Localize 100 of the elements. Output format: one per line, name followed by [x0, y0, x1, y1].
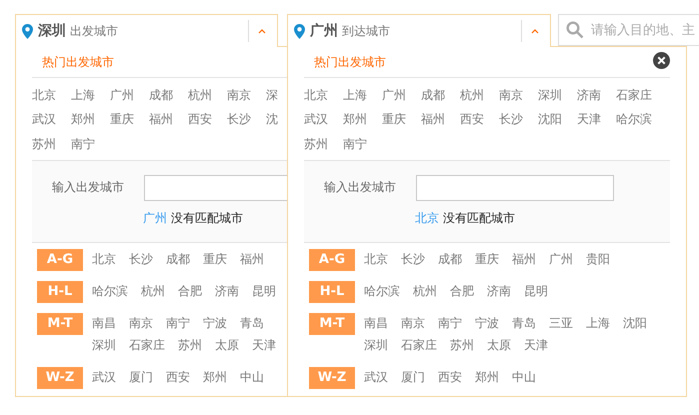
city-link[interactable]: 合肥: [178, 283, 202, 300]
city-link[interactable]: 长沙: [499, 111, 538, 128]
city-link[interactable]: 合肥: [450, 283, 474, 300]
city-link[interactable]: 宁波: [203, 315, 227, 332]
city-link[interactable]: 重庆: [110, 111, 149, 128]
city-link[interactable]: 成都: [149, 86, 188, 104]
city-link[interactable]: 南京: [129, 315, 153, 332]
city-link[interactable]: 石家庄: [401, 337, 437, 354]
city-link[interactable]: 北京: [92, 251, 116, 268]
city-link[interactable]: 北京: [364, 251, 388, 268]
city-link[interactable]: 天津: [577, 111, 616, 128]
city-selector[interactable]: 广州 到达城市: [287, 14, 551, 47]
city-link[interactable]: 重庆: [203, 251, 227, 268]
city-link[interactable]: 上海: [71, 86, 110, 104]
city-link[interactable]: 昆明: [524, 283, 548, 300]
city-link[interactable]: 杭州: [460, 86, 499, 104]
city-link[interactable]: 三亚: [549, 315, 573, 332]
close-icon[interactable]: [653, 52, 670, 68]
city-link[interactable]: 广州: [110, 86, 149, 104]
city-link[interactable]: 中山: [512, 369, 536, 386]
city-link[interactable]: 武汉: [92, 369, 116, 386]
city-link[interactable]: 昆明: [252, 283, 276, 300]
city-link[interactable]: 郑州: [71, 111, 110, 128]
city-link[interactable]: 上海: [586, 315, 610, 332]
city-link[interactable]: 长沙: [401, 251, 425, 268]
city-link[interactable]: 郑州: [203, 369, 227, 386]
city-link[interactable]: 宁波: [475, 315, 499, 332]
city-link[interactable]: 太原: [215, 337, 239, 354]
city-link[interactable]: 福州: [421, 111, 460, 128]
no-match-message: 广州 没有匹配城市: [143, 210, 244, 226]
city-link[interactable]: 西安: [188, 111, 227, 128]
city-link[interactable]: 济南: [577, 86, 616, 104]
search-field[interactable]: 请输入目的地、主: [558, 14, 699, 46]
city-link[interactable]: 南京: [227, 86, 266, 104]
city-link[interactable]: 重庆: [382, 111, 421, 128]
city-link[interactable]: 厦门: [129, 369, 153, 386]
city-link[interactable]: 沈阳: [623, 315, 647, 332]
city-link[interactable]: 哈尔滨: [92, 283, 128, 300]
city-link[interactable]: 福州: [149, 111, 188, 128]
city-link[interactable]: 石家庄: [129, 337, 165, 354]
city-link[interactable]: 南京: [499, 86, 538, 104]
city-link[interactable]: 苏州: [32, 136, 71, 153]
city-link[interactable]: 郑州: [475, 369, 499, 386]
city-link[interactable]: 深圳: [92, 337, 116, 354]
city-link[interactable]: 广州: [549, 251, 573, 268]
city-link[interactable]: 西安: [438, 369, 462, 386]
city-link[interactable]: 天津: [252, 337, 276, 354]
city-link[interactable]: 南宁: [166, 315, 190, 332]
city-link[interactable]: 北京: [304, 86, 343, 104]
city-link[interactable]: 福州: [512, 251, 536, 268]
city-link[interactable]: 哈尔滨: [364, 283, 400, 300]
city-link[interactable]: 济南: [215, 283, 239, 300]
city-link[interactable]: 中山: [240, 369, 264, 386]
city-link[interactable]: 杭州: [141, 283, 165, 300]
city-link[interactable]: 哈尔滨: [616, 111, 655, 128]
city-link[interactable]: 长沙: [227, 111, 266, 128]
city-input-field[interactable]: [416, 174, 614, 200]
city-link[interactable]: 重庆: [475, 251, 499, 268]
city-link[interactable]: 青岛: [512, 315, 536, 332]
city-link[interactable]: 武汉: [364, 369, 388, 386]
letter-range-tag: M-T: [37, 312, 83, 334]
city-link[interactable]: 成都: [166, 251, 190, 268]
city-link[interactable]: 北京: [32, 86, 71, 104]
city-link[interactable]: 南宁: [343, 136, 382, 153]
city-link[interactable]: 天津: [524, 337, 548, 354]
city-link[interactable]: 南京: [401, 315, 425, 332]
city-link[interactable]: 苏州: [304, 136, 343, 153]
city-link[interactable]: 深圳: [538, 86, 577, 104]
city-link[interactable]: 沈阳: [538, 111, 577, 128]
city-link[interactable]: 厦门: [401, 369, 425, 386]
city-link[interactable]: 成都: [438, 251, 462, 268]
city-link[interactable]: 南宁: [438, 315, 462, 332]
city-link[interactable]: 杭州: [188, 86, 227, 104]
city-link[interactable]: 南昌: [92, 315, 116, 332]
city-link[interactable]: 西安: [460, 111, 499, 128]
city-link[interactable]: 郑州: [343, 111, 382, 128]
city-link[interactable]: 福州: [240, 251, 264, 268]
city-link[interactable]: 青岛: [240, 315, 264, 332]
city-type-label: 出发城市: [70, 22, 118, 40]
city-link[interactable]: 上海: [343, 86, 382, 104]
city-link[interactable]: 武汉: [304, 111, 343, 128]
city-link[interactable]: 南昌: [364, 315, 388, 332]
city-link[interactable]: 苏州: [450, 337, 474, 354]
city-link[interactable]: 贵阳: [586, 251, 610, 268]
city-link[interactable]: 苏州: [178, 337, 202, 354]
city-selector[interactable]: 深圳 出发城市: [15, 14, 278, 47]
city-link[interactable]: 西安: [166, 369, 190, 386]
city-link[interactable]: 成都: [421, 86, 460, 104]
city-link[interactable]: 长沙: [129, 251, 153, 268]
city-link[interactable]: 沈: [266, 111, 287, 128]
city-link[interactable]: 南宁: [71, 136, 110, 153]
city-link[interactable]: 深: [266, 86, 287, 104]
city-link[interactable]: 杭州: [413, 283, 437, 300]
city-link[interactable]: 济南: [487, 283, 511, 300]
city-input-field[interactable]: [144, 174, 287, 200]
city-link[interactable]: 武汉: [32, 111, 71, 128]
city-link[interactable]: 太原: [487, 337, 511, 354]
city-link[interactable]: 石家庄: [616, 86, 655, 104]
city-link[interactable]: 广州: [382, 86, 421, 104]
city-link[interactable]: 深圳: [364, 337, 388, 354]
